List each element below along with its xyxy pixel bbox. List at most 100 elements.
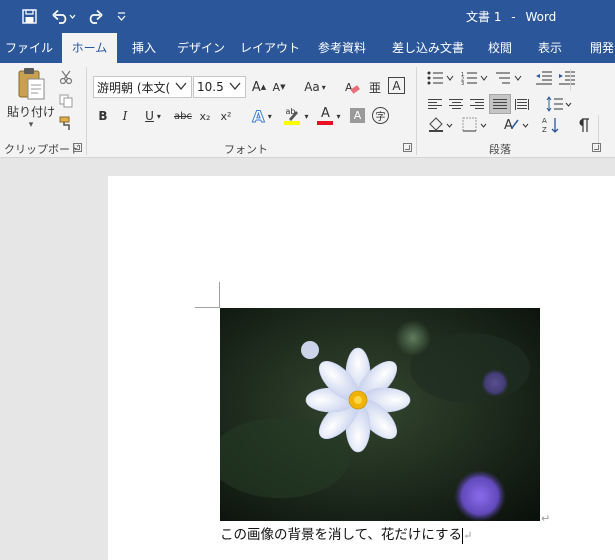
paint-bucket-icon [429, 117, 453, 132]
tab-mailings[interactable]: 差し込み文書 [386, 33, 470, 63]
app-name: Word [525, 10, 557, 24]
phonetic-guide-button[interactable]: 亜 [366, 77, 384, 97]
font-name-dropdown[interactable]: 游明朝 (本文( [93, 76, 192, 98]
font-color-swatch [317, 121, 334, 125]
group-divider [416, 67, 417, 155]
paste-button[interactable]: 貼り付け ▾ [7, 65, 55, 131]
shrink-font-label: A [272, 80, 281, 94]
show-formatting-marks-icon[interactable] [575, 115, 593, 135]
svg-text:A: A [504, 118, 513, 133]
line-spacing-button[interactable] [544, 95, 574, 113]
bold-button[interactable]: B [95, 107, 111, 125]
justify-icon[interactable] [489, 94, 511, 114]
redo-icon[interactable] [84, 6, 104, 26]
clear-formatting-icon[interactable]: A [343, 77, 361, 97]
change-case-label: Aa [304, 80, 320, 94]
svg-text:Z: Z [542, 126, 547, 134]
chevron-down-icon[interactable] [229, 79, 243, 95]
document-page[interactable]: この画像の背景を消して、花だけにする↵ ↵ [108, 176, 615, 560]
group-divider [570, 69, 571, 91]
line-spacing-icon [546, 96, 572, 112]
title-separator: - [511, 10, 516, 24]
tab-developer[interactable]: 開発 [582, 33, 615, 63]
cut-icon[interactable] [58, 69, 74, 85]
paste-dropdown-arrow[interactable]: ▾ [29, 120, 34, 130]
text-effects-label: A [252, 106, 265, 126]
svg-text:A: A [542, 117, 547, 125]
bullet-list-icon [427, 71, 454, 85]
format-painter-icon[interactable] [58, 115, 74, 131]
strikethrough-button[interactable]: abc [172, 107, 194, 125]
tab-file[interactable]: ファイル [0, 33, 58, 63]
font-size-dropdown[interactable]: 10.5 [193, 76, 246, 98]
borders-button[interactable] [460, 115, 490, 135]
paragraph-mark-icon: ↵ [541, 512, 551, 525]
copy-icon[interactable] [58, 93, 74, 109]
tab-layout[interactable]: レイアウト [238, 33, 302, 63]
tab-review[interactable]: 校閲 [480, 33, 520, 63]
customize-quick-access-icon[interactable] [114, 6, 128, 26]
grow-font-label: A [251, 79, 261, 95]
ribbon-tabs: ファイル ホーム 挿入 デザイン レイアウト 参考資料 差し込み文書 校閲 表示… [0, 33, 615, 63]
change-case-button[interactable]: Aa ▾ [298, 77, 332, 97]
font-name-value: 游明朝 (本文( [97, 80, 171, 95]
asian-layout-button[interactable]: A [502, 115, 532, 135]
group-divider [598, 115, 599, 145]
svg-text:3: 3 [461, 81, 464, 85]
numbered-list-icon: 123 [461, 72, 488, 85]
tab-references[interactable]: 参考資料 [310, 33, 374, 63]
sort-icon[interactable]: AZ [541, 115, 561, 135]
superscript-button[interactable]: x² [217, 107, 235, 125]
multilevel-list-icon [496, 72, 522, 84]
font-dialog-launcher-icon[interactable] [403, 143, 412, 152]
decrease-indent-icon[interactable] [534, 69, 554, 87]
save-icon[interactable] [18, 6, 40, 26]
shading-button[interactable] [426, 115, 456, 135]
font-size-value: 10.5 [197, 80, 224, 94]
italic-button[interactable]: I [117, 107, 133, 125]
undo-icon[interactable] [50, 6, 78, 26]
clipboard-dialog-launcher-icon[interactable] [73, 143, 82, 152]
subscript-button[interactable]: x₂ [196, 107, 214, 125]
tab-design[interactable]: デザイン [173, 33, 229, 63]
highlight-color-button[interactable]: ab ▾ [281, 105, 311, 127]
asian-layout-icon: A [504, 118, 529, 133]
text-effects-button[interactable]: A ▾ [248, 106, 276, 126]
distributed-icon[interactable] [513, 95, 531, 113]
tab-view[interactable]: 表示 [530, 33, 570, 63]
paragraph-group-label: 段落 [489, 143, 511, 156]
body-text: この画像の背景を消して、花だけにする [220, 527, 463, 543]
numbering-button[interactable]: 123 [460, 69, 490, 87]
margin-marker-horizontal [195, 307, 220, 308]
tab-home[interactable]: ホーム [62, 33, 117, 63]
ribbon-home: 貼り付け ▾ クリップボード 游明朝 (本文( 10.5 A ▲ A ▼ Aa ▾ A… [0, 63, 615, 158]
enclose-characters-button[interactable]: 字 [372, 107, 389, 124]
increase-indent-icon[interactable] [557, 69, 577, 87]
paragraph-dialog-launcher-icon[interactable] [592, 143, 601, 152]
chevron-down-icon[interactable] [175, 79, 189, 95]
underline-label: U [145, 109, 154, 123]
character-border-button[interactable]: A [388, 77, 405, 94]
grow-font-button[interactable]: A ▲ [250, 77, 268, 97]
shrink-font-button[interactable]: A ▼ [270, 77, 288, 97]
underline-button[interactable]: U ▾ [139, 107, 167, 125]
multilevel-list-button[interactable] [494, 69, 524, 87]
character-shading-button[interactable]: A [350, 108, 365, 123]
align-center-icon[interactable] [447, 95, 465, 113]
align-left-icon[interactable] [426, 95, 444, 113]
align-right-icon[interactable] [468, 95, 486, 113]
title-bar: 文書 1 - Word [0, 0, 615, 33]
bullets-button[interactable] [426, 69, 456, 87]
margin-marker-vertical [219, 282, 220, 307]
font-color-label: A [321, 106, 330, 121]
body-paragraph[interactable]: この画像の背景を消して、花だけにする↵ [220, 525, 472, 546]
clipboard-paste-icon [18, 68, 45, 100]
flower-photo[interactable] [210, 308, 540, 522]
group-divider [86, 67, 87, 155]
font-color-button[interactable]: A ▾ [314, 105, 344, 127]
tab-insert[interactable]: 挿入 [124, 33, 164, 63]
svg-text:A: A [345, 81, 353, 94]
phonetic-guide-label: 亜 [368, 80, 381, 95]
character-border-label: A [392, 78, 401, 93]
clipboard-group-label: クリップボード [4, 143, 81, 156]
